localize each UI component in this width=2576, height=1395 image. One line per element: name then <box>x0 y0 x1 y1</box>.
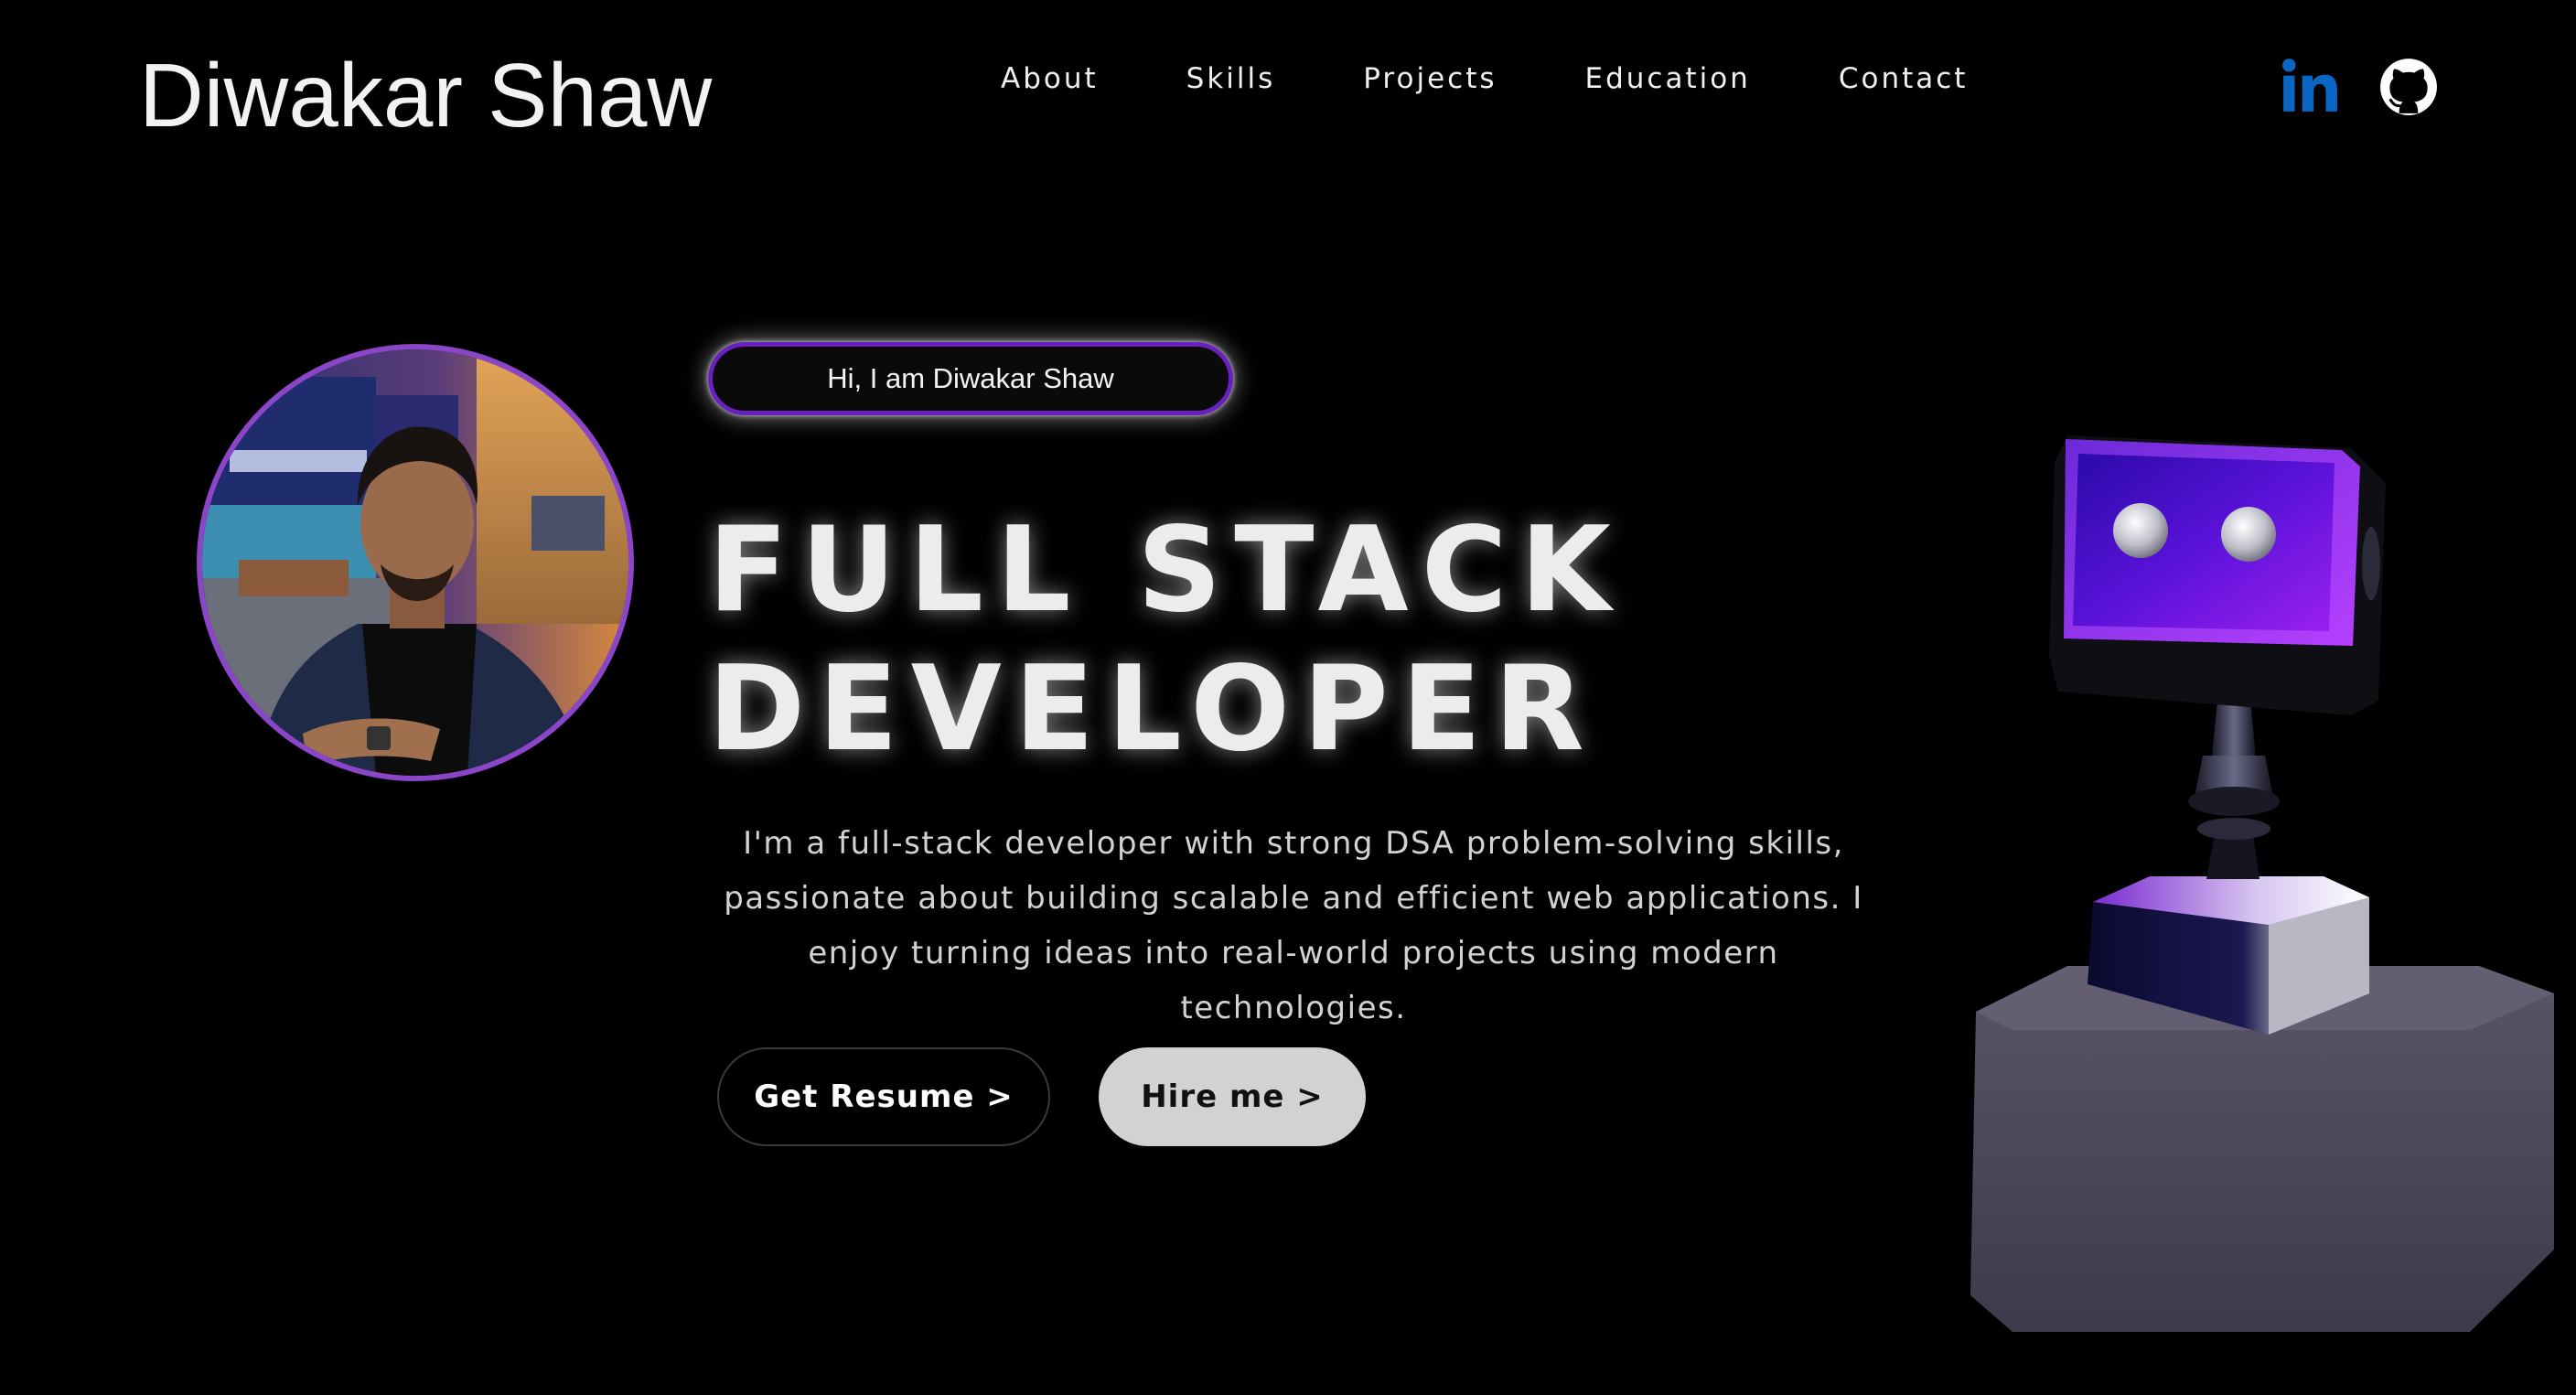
hero-title: FULL STACK DEVELOPER <box>708 501 1624 779</box>
nav-about[interactable]: About <box>1001 62 1099 95</box>
nav-education[interactable]: Education <box>1585 62 1751 95</box>
nav-contact[interactable]: Contact <box>1839 62 1969 95</box>
greeting-badge: Hi, I am Diwakar Shaw <box>708 342 1233 415</box>
hero-title-line-2: DEVELOPER <box>708 641 1597 778</box>
social-links <box>2280 57 2439 117</box>
get-resume-button[interactable]: Get Resume > <box>717 1047 1050 1146</box>
linkedin-icon[interactable] <box>2280 57 2340 117</box>
nav-skills[interactable]: Skills <box>1186 62 1276 95</box>
github-icon[interactable] <box>2378 57 2439 117</box>
robot-illustration <box>1970 435 2554 1332</box>
brand-name[interactable]: Diwakar Shaw <box>139 44 712 147</box>
hire-me-button[interactable]: Hire me > <box>1099 1047 1366 1146</box>
hero-title-line-1: FULL STACK <box>708 502 1624 638</box>
hero-description: I'm a full-stack developer with strong D… <box>724 825 1863 1026</box>
main-nav: About Skills Projects Education Contact <box>1001 62 1968 95</box>
profile-photo <box>197 344 634 781</box>
nav-projects[interactable]: Projects <box>1363 62 1497 95</box>
